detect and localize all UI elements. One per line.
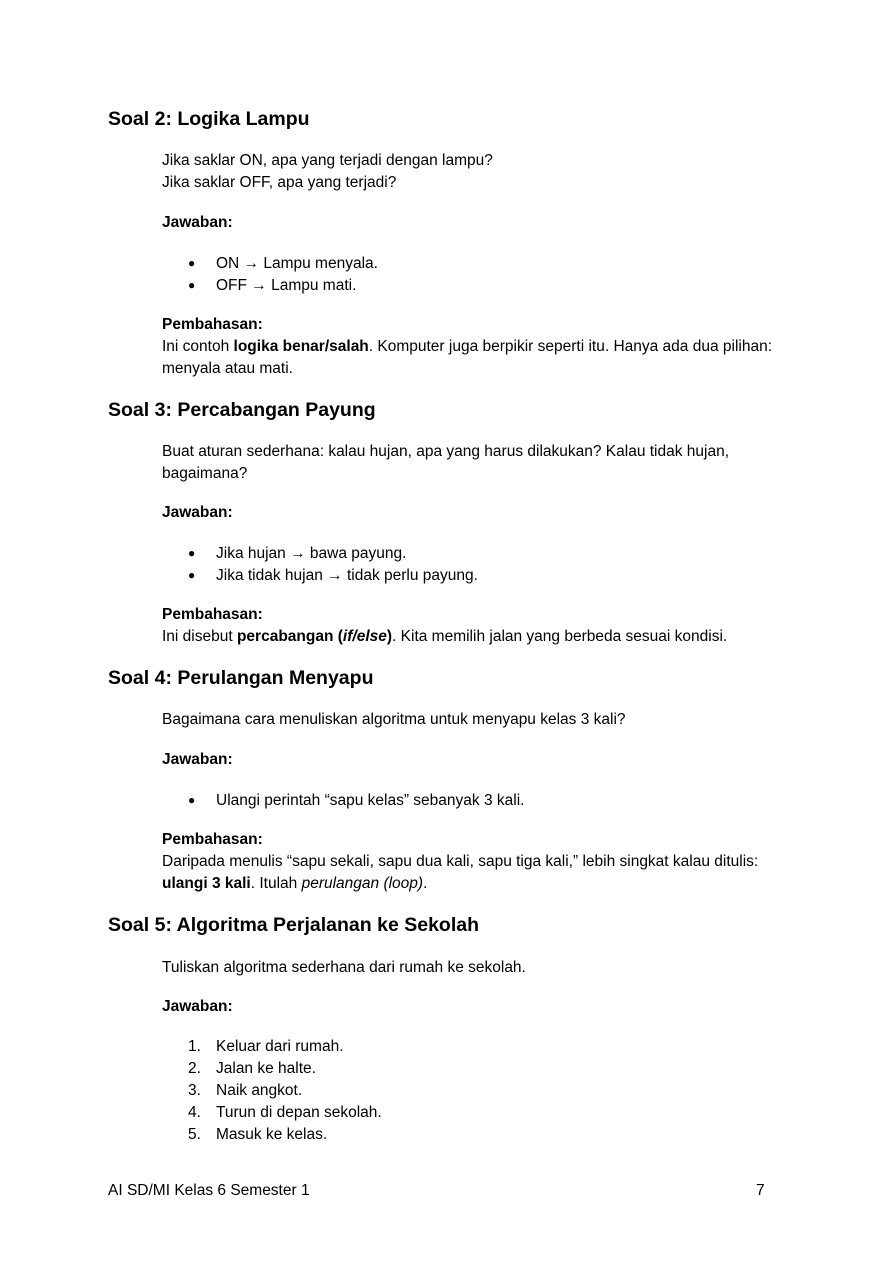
section-title-soal-3: Soal 3: Percabangan Payung	[108, 399, 376, 421]
numbered-list-item: 2. Jalan ke halte.	[188, 1060, 316, 1077]
bullet-icon: ●	[188, 278, 196, 292]
list-item-text: Jalan ke halte.	[216, 1060, 316, 1077]
answer-label: Jawaban:	[162, 998, 233, 1015]
section-title-soal-4: Soal 4: Perulangan Menyapu	[108, 667, 374, 689]
list-item: ● Jika tidak hujan → tidak perlu payung.	[188, 565, 478, 587]
discussion-label: Pembahasan:	[162, 831, 263, 848]
page-number: 7	[756, 1182, 765, 1199]
discussion-label: Pembahasan:	[162, 606, 263, 623]
list-item: ● ON → Lampu menyala.	[188, 253, 378, 275]
numbered-list-item: 5. Masuk ke kelas.	[188, 1126, 328, 1143]
discussion-text: Daripada menulis “sapu sekali, sapu dua …	[162, 853, 759, 892]
question-text: Tuliskan algoritma sederhana dari rumah …	[162, 959, 526, 976]
list-item-text: Masuk ke kelas.	[216, 1126, 328, 1143]
discussion-text: Ini disebut percabangan (if/else). Kita …	[162, 628, 728, 645]
list-item-text: Turun di depan sekolah.	[216, 1104, 382, 1121]
bullet-icon: ●	[188, 256, 196, 270]
numbered-list-item: 4. Turun di depan sekolah.	[188, 1104, 382, 1121]
numbered-list-item: 1. Keluar dari rumah.	[188, 1038, 344, 1055]
list-item-text: OFF → Lampu mati.	[216, 277, 357, 294]
numbered-list-item: 3. Naik angkot.	[188, 1082, 303, 1099]
list-item-text: Jika hujan → bawa payung.	[216, 545, 407, 562]
answer-label: Jawaban:	[162, 504, 233, 521]
document-page: Soal 2: Logika Lampu Jika saklar ON, apa…	[0, 0, 893, 1264]
list-item-text: Ulangi perintah “sapu kelas” sebanyak 3 …	[216, 792, 525, 809]
answer-label: Jawaban:	[162, 214, 233, 231]
answer-label: Jawaban:	[162, 751, 233, 768]
list-item-text: Naik angkot.	[216, 1082, 303, 1099]
discussion-text: Ini contoh logika benar/salah. Komputer …	[162, 338, 773, 377]
question-line: Jika saklar ON, apa yang terjadi dengan …	[162, 152, 493, 169]
list-item-text: Jika tidak hujan → tidak perlu payung.	[216, 567, 478, 584]
bullet-icon: ●	[188, 546, 196, 560]
question-text: Buat aturan sederhana: kalau hujan, apa …	[162, 443, 730, 482]
question-text: Bagaimana cara menuliskan algoritma untu…	[162, 711, 626, 728]
question-line: Jika saklar OFF, apa yang terjadi?	[162, 174, 397, 191]
list-item: ● Jika hujan → bawa payung.	[188, 543, 406, 565]
bullet-icon: ●	[188, 793, 196, 807]
list-item: ● Ulangi perintah “sapu kelas” sebanyak 3…	[188, 790, 524, 812]
list-item: ● OFF → Lampu mati.	[188, 275, 356, 297]
list-item-text: ON → Lampu menyala.	[216, 255, 378, 272]
list-item-text: Keluar dari rumah.	[216, 1038, 344, 1055]
discussion-label: Pembahasan:	[162, 316, 263, 333]
section-title-soal-2: Soal 2: Logika Lampu	[108, 108, 310, 130]
section-title-soal-5: Soal 5: Algoritma Perjalanan ke Sekolah	[108, 914, 479, 936]
footer-title: AI SD/MI Kelas 6 Semester 1	[108, 1182, 310, 1199]
bullet-icon: ●	[188, 568, 196, 582]
